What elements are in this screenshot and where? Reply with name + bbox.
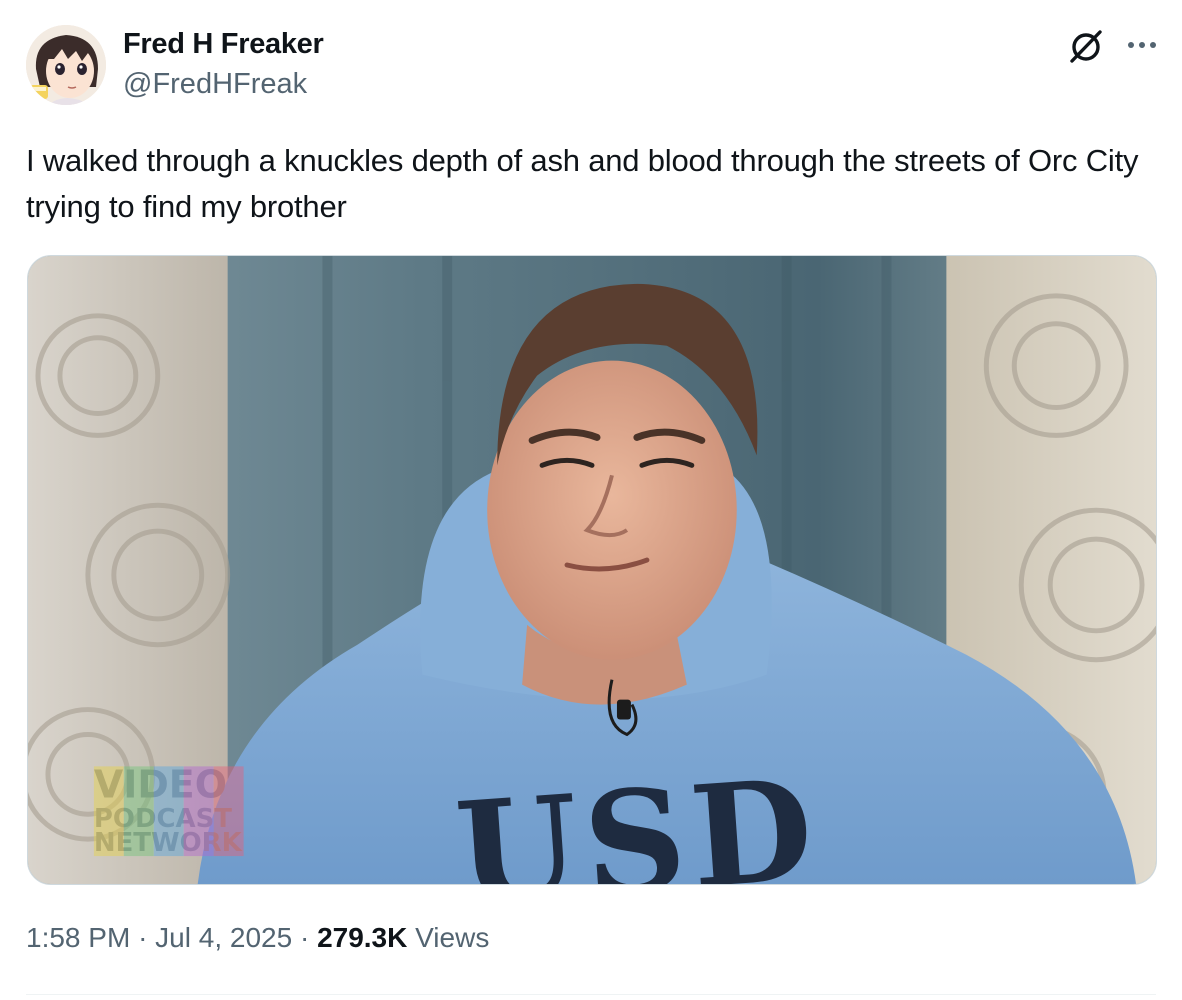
avatar[interactable]: [26, 25, 106, 105]
tweet-meta: 1:58 PM · Jul 4, 2025 · 279.3K Views: [26, 922, 489, 954]
tweet-text: I walked through a knuckles depth of ash…: [26, 143, 1139, 224]
grok-button[interactable]: [1066, 26, 1106, 66]
tweet-time[interactable]: 1:58 PM: [26, 922, 130, 953]
tweet-media-image[interactable]: USD VIDEO PODCAST NETWORK: [27, 255, 1157, 885]
meta-separator: ·: [299, 922, 310, 953]
grok-icon: [1070, 30, 1102, 63]
photo-man-in-blue-hoodie: USD VIDEO PODCAST NETWORK: [28, 256, 1156, 884]
user-handle[interactable]: @FredHFreak: [123, 68, 307, 101]
meta-separator: ·: [138, 922, 148, 953]
shirt-text: USD: [451, 747, 823, 884]
display-name[interactable]: Fred H Freaker: [123, 28, 324, 61]
tweet-date[interactable]: Jul 4, 2025: [155, 922, 292, 953]
views-label: Views: [415, 922, 490, 953]
anime-girl-avatar-icon: [26, 25, 106, 105]
more-options-button[interactable]: [1124, 30, 1160, 60]
views-count: 279.3K: [317, 922, 408, 953]
divider: [26, 994, 1156, 995]
tweet-card: Fred H Freaker @FredHFreak I walked thro…: [0, 0, 1182, 1000]
more-dots-icon: [1128, 42, 1156, 48]
